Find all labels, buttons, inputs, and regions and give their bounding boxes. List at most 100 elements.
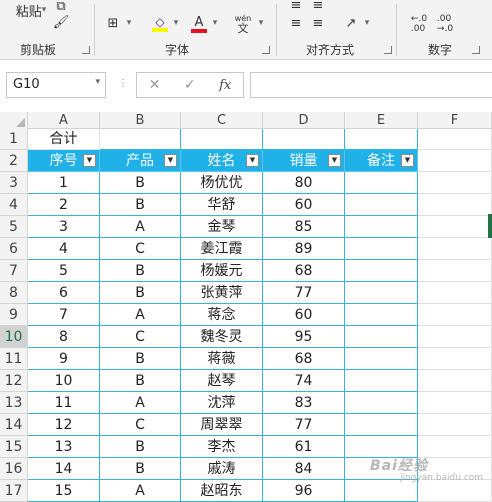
- cell-c7[interactable]: 杨媛元: [181, 260, 263, 282]
- bold-icon[interactable]: [104, 0, 118, 10]
- cell-b13[interactable]: A: [100, 392, 181, 414]
- filter-dropdown-icon[interactable]: ▼: [246, 154, 259, 167]
- cell-d8[interactable]: 77: [263, 282, 345, 304]
- cell-b12[interactable]: B: [100, 370, 181, 392]
- cell-c6[interactable]: 姜江霞: [181, 238, 263, 260]
- cell-a5[interactable]: 3: [28, 216, 100, 238]
- cell-f3[interactable]: [418, 172, 492, 194]
- cell-e7[interactable]: [345, 260, 418, 282]
- cell-f8[interactable]: [418, 282, 492, 304]
- cell-b16[interactable]: B: [100, 458, 181, 480]
- filter-dropdown-icon[interactable]: ▼: [164, 154, 177, 167]
- cell-e14[interactable]: [345, 414, 418, 436]
- cancel-icon[interactable]: ✕: [149, 77, 161, 93]
- cell-a4[interactable]: 2: [28, 194, 100, 216]
- cell-e4[interactable]: [345, 194, 418, 216]
- cell-d4[interactable]: 60: [263, 194, 345, 216]
- phonetic-dropdown-icon[interactable]: ▾: [256, 18, 266, 28]
- fill-color-dropdown-icon[interactable]: ▾: [171, 18, 181, 28]
- align-center-icon[interactable]: ≡: [310, 14, 326, 32]
- cell-c10[interactable]: 魏冬灵: [181, 326, 263, 348]
- select-all-button[interactable]: [0, 112, 28, 129]
- cell-f10[interactable]: [418, 326, 492, 348]
- cell-a12[interactable]: 10: [28, 370, 100, 392]
- alignment-launcher-icon[interactable]: [384, 46, 392, 54]
- cell-a10[interactable]: 8: [28, 326, 100, 348]
- cell-b6[interactable]: C: [100, 238, 181, 260]
- row-header-9[interactable]: 9: [0, 304, 28, 326]
- cell-b5[interactable]: A: [100, 216, 181, 238]
- cell-d6[interactable]: 89: [263, 238, 345, 260]
- cell-e10[interactable]: [345, 326, 418, 348]
- cell-c8[interactable]: 张黄萍: [181, 282, 263, 304]
- font-color-icon[interactable]: A: [189, 14, 209, 34]
- format-painter-icon[interactable]: 🖌: [52, 14, 70, 30]
- column-header-c[interactable]: C: [181, 112, 263, 129]
- cell-b1[interactable]: [100, 129, 181, 150]
- chevron-down-icon[interactable]: ▾: [95, 77, 100, 87]
- border-dropdown-icon[interactable]: ▾: [124, 18, 134, 28]
- row-header-14[interactable]: 14: [0, 414, 28, 436]
- cell-a7[interactable]: 5: [28, 260, 100, 282]
- cell-b9[interactable]: A: [100, 304, 181, 326]
- phonetic-icon[interactable]: wén 文: [232, 14, 254, 34]
- cell-a2[interactable]: 序号 ▼: [28, 150, 100, 172]
- decrease-decimal-icon[interactable]: .00 →.0: [434, 14, 456, 34]
- cell-c15[interactable]: 李杰: [181, 436, 263, 458]
- cell-d11[interactable]: 68: [263, 348, 345, 370]
- cell-d9[interactable]: 60: [263, 304, 345, 326]
- column-header-e[interactable]: E: [345, 112, 418, 129]
- cell-d13[interactable]: 83: [263, 392, 345, 414]
- cell-f1[interactable]: [418, 129, 492, 150]
- cell-c16[interactable]: 戚涛: [181, 458, 263, 480]
- cell-c11[interactable]: 蒋薇: [181, 348, 263, 370]
- cell-e12[interactable]: [345, 370, 418, 392]
- cell-f11[interactable]: [418, 348, 492, 370]
- row-header-4[interactable]: 4: [0, 194, 28, 216]
- cell-c3[interactable]: 杨优优: [181, 172, 263, 194]
- cell-c5[interactable]: 金琴: [181, 216, 263, 238]
- align-middle-icon[interactable]: ≡: [310, 0, 326, 13]
- column-header-b[interactable]: B: [100, 112, 181, 129]
- percent-icon[interactable]: [408, 0, 424, 10]
- cell-d7[interactable]: 68: [263, 260, 345, 282]
- cell-e2[interactable]: 备注 ▼: [345, 150, 418, 172]
- cell-b7[interactable]: B: [100, 260, 181, 282]
- filter-dropdown-icon[interactable]: ▼: [401, 154, 414, 167]
- cell-b4[interactable]: B: [100, 194, 181, 216]
- name-box[interactable]: G10 ▾: [6, 72, 106, 98]
- row-header-1[interactable]: 1: [0, 129, 28, 150]
- cell-c13[interactable]: 沈萍: [181, 392, 263, 414]
- cell-a15[interactable]: 13: [28, 436, 100, 458]
- cell-b10[interactable]: C: [100, 326, 181, 348]
- cell-b3[interactable]: B: [100, 172, 181, 194]
- cell-d3[interactable]: 80: [263, 172, 345, 194]
- cell-d15[interactable]: 61: [263, 436, 345, 458]
- cell-a9[interactable]: 7: [28, 304, 100, 326]
- column-header-f[interactable]: F: [418, 112, 492, 129]
- cell-e6[interactable]: [345, 238, 418, 260]
- cell-e3[interactable]: [345, 172, 418, 194]
- cell-f2[interactable]: [418, 150, 492, 172]
- cell-a17[interactable]: 15: [28, 480, 100, 502]
- cell-a13[interactable]: 11: [28, 392, 100, 414]
- cell-a14[interactable]: 12: [28, 414, 100, 436]
- cell-f6[interactable]: [418, 238, 492, 260]
- cell-e13[interactable]: [345, 392, 418, 414]
- filter-dropdown-icon[interactable]: ▼: [83, 154, 96, 167]
- number-launcher-icon[interactable]: [472, 46, 480, 54]
- row-header-10[interactable]: 10: [0, 326, 28, 348]
- row-header-6[interactable]: 6: [0, 238, 28, 260]
- cell-c9[interactable]: 蒋念: [181, 304, 263, 326]
- insert-function-icon[interactable]: fx: [219, 78, 231, 93]
- row-header-13[interactable]: 13: [0, 392, 28, 414]
- cell-f12[interactable]: [418, 370, 492, 392]
- cell-e1[interactable]: [345, 129, 418, 150]
- cell-e11[interactable]: [345, 348, 418, 370]
- row-header-12[interactable]: 12: [0, 370, 28, 392]
- cell-c4[interactable]: 华舒: [181, 194, 263, 216]
- cell-f17[interactable]: [418, 480, 492, 502]
- column-header-d[interactable]: D: [263, 112, 345, 129]
- row-header-3[interactable]: 3: [0, 172, 28, 194]
- cell-c2[interactable]: 姓名 ▼: [181, 150, 263, 172]
